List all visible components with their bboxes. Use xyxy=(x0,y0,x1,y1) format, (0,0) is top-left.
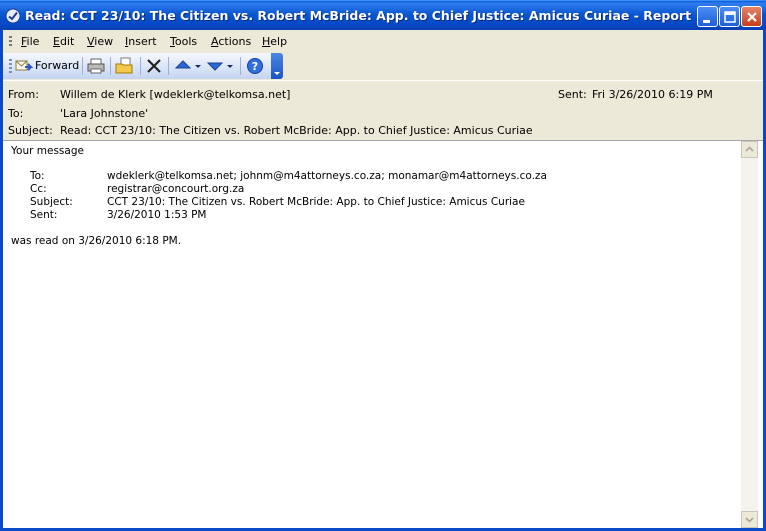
forward-label: Forward xyxy=(35,59,80,72)
from-label: From: xyxy=(8,88,39,101)
sent-label: Sent: xyxy=(558,88,587,101)
minimize-icon xyxy=(703,20,710,23)
body-subject-value: CCT 23/10: The Citizen vs. Robert McBrid… xyxy=(107,196,525,208)
close-icon xyxy=(747,12,757,22)
sent-value: Fri 3/26/2010 6:19 PM xyxy=(592,88,713,101)
body-subject-label: Subject: xyxy=(30,196,73,208)
menu-edit-rest: dit xyxy=(59,35,75,48)
scroll-up-button[interactable] xyxy=(741,141,758,158)
toolbar-separator xyxy=(240,57,241,75)
chevron-down-icon xyxy=(745,517,754,523)
maximize-icon xyxy=(724,11,736,23)
chevron-up-icon xyxy=(745,146,754,152)
help-icon: ? xyxy=(247,58,263,74)
menu-insert-rest: nsert xyxy=(128,35,157,48)
move-to-folder-button[interactable] xyxy=(115,56,137,76)
subject-label: Subject: xyxy=(8,124,53,137)
standard-toolbar: Forward ? xyxy=(3,53,283,79)
to-value[interactable]: 'Lara Johnstone' xyxy=(60,107,148,120)
body-to-value: wdeklerk@telkomsa.net; johnm@m4attorneys… xyxy=(107,170,547,182)
menu-edit[interactable]: Edit xyxy=(53,35,74,48)
menu-actions[interactable]: Actions xyxy=(211,35,251,48)
menu-help-rest: elp xyxy=(270,35,288,48)
to-label: To: xyxy=(8,107,24,120)
previous-item-button[interactable] xyxy=(173,56,203,76)
toolbar-grip[interactable] xyxy=(9,59,12,73)
maximize-button[interactable] xyxy=(719,6,740,27)
window-title: Read: CCT 23/10: The Citizen vs. Robert … xyxy=(25,8,692,23)
message-header: From: Willem de Klerk [wdeklerk@telkomsa… xyxy=(3,80,763,140)
previous-item-icon xyxy=(174,60,201,69)
menu-view-rest: iew xyxy=(94,35,114,48)
chevron-down-icon xyxy=(274,72,280,75)
menu-grip[interactable] xyxy=(9,36,12,48)
delete-button[interactable] xyxy=(145,56,165,76)
from-value[interactable]: Willem de Klerk [wdeklerk@telkomsa.net] xyxy=(60,88,290,101)
body-intro: Your message xyxy=(11,145,84,157)
toolbar-separator xyxy=(168,57,169,75)
toolbar-separator xyxy=(140,57,141,75)
menu-view[interactable]: View xyxy=(87,35,113,48)
body-cc-label: Cc: xyxy=(30,183,47,195)
menu-bar: File Edit View Insert Tools Actions Help xyxy=(3,30,763,53)
menu-file-rest: ile xyxy=(26,35,40,48)
vertical-scrollbar[interactable] xyxy=(741,141,758,528)
menu-insert[interactable]: Insert xyxy=(125,35,157,48)
print-icon xyxy=(87,58,105,74)
body-cc-value: registrar@concourt.org.za xyxy=(107,183,245,195)
close-button[interactable] xyxy=(741,6,762,27)
menu-help[interactable]: Help xyxy=(262,35,287,48)
body-to-label: To: xyxy=(30,170,45,182)
read-receipt-icon[interactable] xyxy=(5,8,21,24)
body-sent-value: 3/26/2010 1:53 PM xyxy=(107,209,207,221)
menu-actions-rest: ctions xyxy=(218,35,252,48)
message-body[interactable]: Your message To: wdeklerk@telkomsa.net; … xyxy=(3,140,763,528)
toolbar-options-button[interactable] xyxy=(271,53,283,79)
svg-text:?: ? xyxy=(252,60,258,73)
body-read-line: was read on 3/26/2010 6:18 PM. xyxy=(11,235,182,247)
toolbar-separator xyxy=(82,57,83,75)
menu-tools-rest: ools xyxy=(174,35,198,48)
forward-button[interactable]: Forward xyxy=(15,56,79,76)
forward-icon xyxy=(15,60,33,71)
subject-value: Read: CCT 23/10: The Citizen vs. Robert … xyxy=(60,124,533,137)
help-button[interactable]: ? xyxy=(246,56,266,76)
print-button[interactable] xyxy=(87,56,107,76)
toolbar-separator xyxy=(110,57,111,75)
menu-file[interactable]: File xyxy=(21,35,39,48)
scroll-down-button[interactable] xyxy=(741,511,758,528)
title-bar[interactable]: Read: CCT 23/10: The Citizen vs. Robert … xyxy=(0,0,766,30)
delete-icon xyxy=(147,59,161,73)
move-to-folder-icon xyxy=(115,57,133,74)
next-item-icon xyxy=(206,62,233,71)
menu-tools[interactable]: Tools xyxy=(170,35,197,48)
body-sent-label: Sent: xyxy=(30,209,58,221)
next-item-button[interactable] xyxy=(205,56,235,76)
minimize-button[interactable] xyxy=(697,6,718,27)
